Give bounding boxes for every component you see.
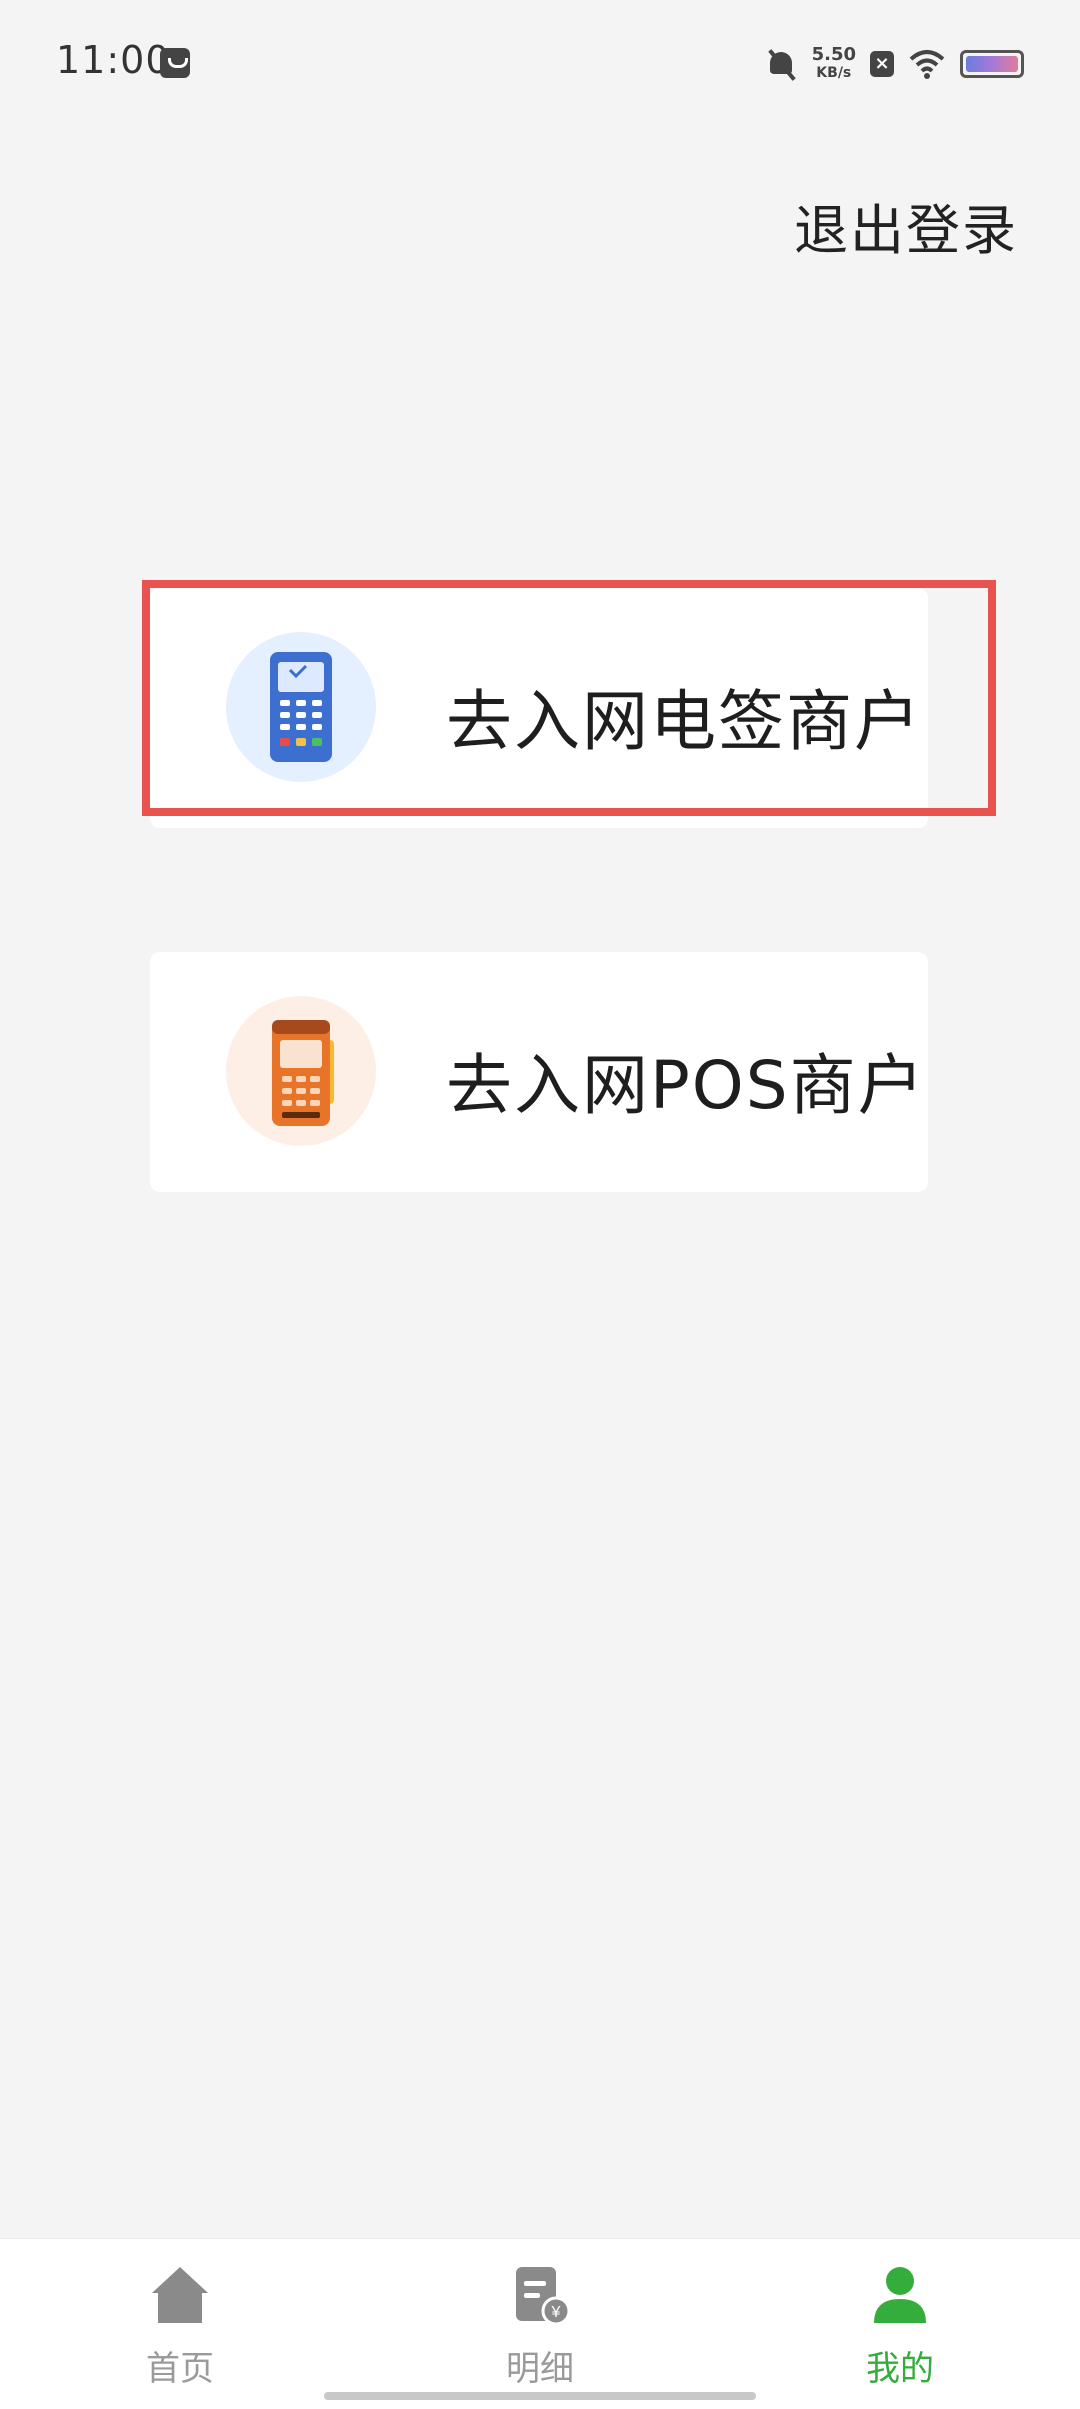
home-indicator[interactable] — [324, 2392, 756, 2400]
close-icon: × — [870, 51, 894, 77]
bill-detail-icon: ¥ — [516, 2267, 571, 2326]
home-icon — [152, 2267, 208, 2323]
nav-detail-label: 明细 — [506, 2349, 574, 2389]
status-icons: 5.50 KB/s × — [766, 42, 1024, 86]
logout-button[interactable]: 退出登录 — [794, 186, 1018, 265]
wifi-icon — [909, 50, 945, 79]
status-bar: 11:00 5.50 KB/s × — [0, 0, 1080, 120]
nav-mine[interactable]: 我的 — [800, 2263, 1000, 2390]
nav-home-label: 首页 — [146, 2349, 214, 2389]
status-time: 11:00 — [56, 38, 171, 82]
network-speed-value: 5.50 — [811, 44, 856, 65]
bell-off-icon — [766, 48, 798, 80]
bottom-navigation: 首页 ¥ 明细 我的 — [0, 2238, 1080, 2409]
svg-text:¥: ¥ — [551, 2304, 561, 2321]
highlight-box — [142, 580, 996, 816]
bag-icon — [160, 48, 190, 78]
battery-icon — [960, 50, 1024, 78]
pos-terminal-orange-icon — [226, 996, 376, 1146]
nav-detail[interactable]: ¥ 明细 — [440, 2263, 640, 2390]
nav-mine-label: 我的 — [866, 2349, 934, 2389]
network-speed: 5.50 KB/s — [812, 46, 856, 82]
network-speed-unit: KB/s — [816, 65, 852, 81]
user-icon — [874, 2267, 926, 2323]
pos-merchant-label: 去入网POS商户 — [446, 1047, 926, 1124]
pos-merchant-card[interactable]: 去入网POS商户 — [150, 952, 928, 1192]
nav-home[interactable]: 首页 — [80, 2263, 280, 2390]
